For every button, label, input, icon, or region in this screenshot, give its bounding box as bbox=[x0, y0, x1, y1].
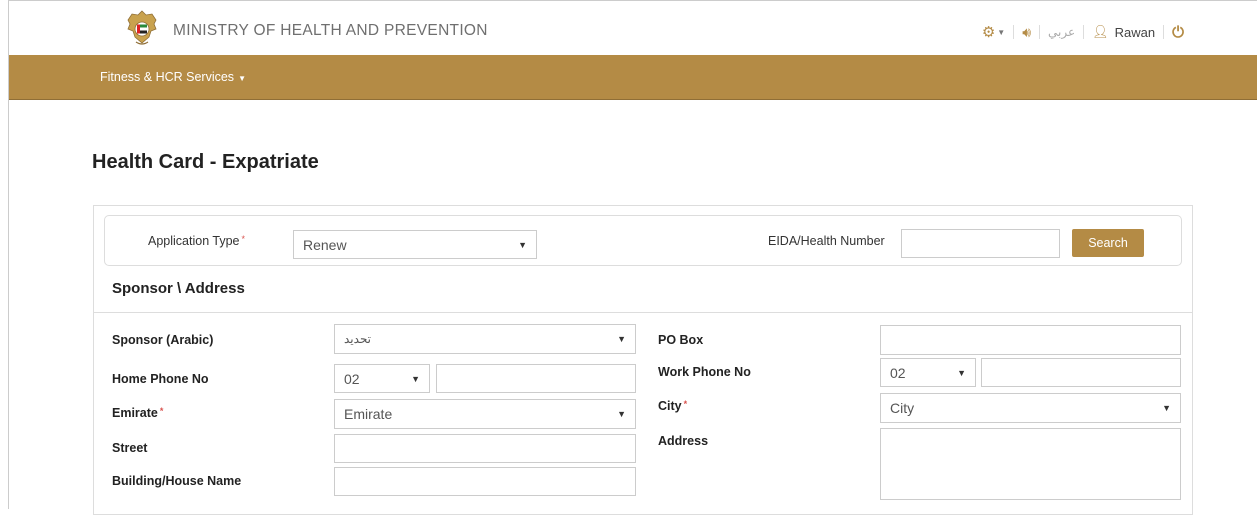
street-label: Street bbox=[112, 441, 148, 455]
uae-emblem-icon bbox=[127, 10, 157, 45]
nav-fitness-hcr-services[interactable]: Fitness & HCR Services ▼ bbox=[100, 70, 246, 84]
caret-down-icon: ▼ bbox=[518, 239, 527, 250]
search-button[interactable]: Search bbox=[1072, 229, 1144, 257]
eida-label: EIDA/Health Number bbox=[768, 234, 885, 248]
nav-label: Fitness & HCR Services bbox=[100, 70, 235, 84]
sponsor-arabic-select[interactable]: تحديد ▼ bbox=[334, 324, 636, 354]
header-tools: ⚙ ▼ 🔊︎ عربي 👤︎ Rawan ⏻ bbox=[982, 23, 1184, 42]
eida-input[interactable] bbox=[901, 229, 1060, 258]
power-icon[interactable]: ⏻ bbox=[1172, 24, 1184, 41]
address-textarea[interactable] bbox=[880, 428, 1181, 500]
search-box: Application Type * Renew ▼ EIDA/Health Nu… bbox=[104, 215, 1182, 266]
address-label: Address bbox=[658, 434, 709, 448]
application-type-label: Application Type * bbox=[148, 234, 246, 248]
emirate-select[interactable]: Emirate ▼ bbox=[334, 399, 636, 429]
home-phone-label: Home Phone No bbox=[112, 372, 209, 386]
gear-icon: ⚙ bbox=[981, 24, 996, 41]
page-title: Health Card - Expatriate bbox=[92, 151, 319, 173]
work-phone-input[interactable] bbox=[981, 358, 1181, 387]
building-label: Building/House Name bbox=[112, 474, 242, 488]
building-input[interactable] bbox=[334, 467, 636, 496]
section-divider bbox=[94, 312, 1192, 313]
caret-down-icon: ▼ bbox=[617, 334, 626, 344]
settings-dropdown[interactable]: ⚙ ▼ bbox=[982, 23, 1005, 41]
city-select[interactable]: City ▼ bbox=[880, 393, 1181, 423]
main-navbar: Fitness & HCR Services ▼ bbox=[9, 55, 1257, 100]
section-title: Sponsor \ Address bbox=[112, 280, 245, 297]
divider bbox=[1013, 25, 1015, 39]
caret-down-icon: ▼ bbox=[957, 367, 966, 378]
page-frame: MINISTRY OF HEALTH AND PREVENTION ⚙ ▼ 🔊︎ … bbox=[8, 0, 1257, 515]
po-box-label: PO Box bbox=[658, 333, 704, 347]
user-name: Rawan bbox=[1114, 24, 1156, 40]
home-phone-code-select[interactable]: 02 ▼ bbox=[334, 364, 430, 393]
speaker-icon[interactable]: 🔊︎ bbox=[1022, 24, 1031, 41]
language-toggle[interactable]: عربي bbox=[1048, 25, 1075, 39]
emirate-label: Emirate * bbox=[112, 406, 164, 420]
home-phone-input[interactable] bbox=[436, 364, 636, 393]
form-panel: Application Type * Renew ▼ EIDA/Health Nu… bbox=[93, 205, 1193, 515]
user-menu[interactable]: 👤︎ Rawan bbox=[1092, 24, 1155, 40]
caret-down-icon: ▼ bbox=[997, 27, 1006, 37]
divider bbox=[1163, 25, 1165, 39]
ministry-name: MINISTRY OF HEALTH AND PREVENTION bbox=[173, 22, 488, 39]
work-phone-label: Work Phone No bbox=[658, 365, 751, 379]
divider bbox=[1083, 25, 1085, 39]
city-label: City * bbox=[658, 399, 688, 413]
caret-down-icon: ▼ bbox=[411, 373, 420, 384]
sponsor-arabic-label: Sponsor (Arabic) bbox=[112, 333, 214, 347]
po-box-input[interactable] bbox=[880, 325, 1181, 355]
divider bbox=[1039, 25, 1041, 39]
caret-down-icon: ▼ bbox=[1162, 403, 1171, 413]
street-input[interactable] bbox=[334, 434, 636, 463]
top-header: MINISTRY OF HEALTH AND PREVENTION ⚙ ▼ 🔊︎ … bbox=[9, 1, 1257, 55]
user-icon: 👤︎ bbox=[1092, 24, 1109, 39]
caret-down-icon: ▼ bbox=[238, 74, 246, 83]
caret-down-icon: ▼ bbox=[617, 409, 626, 419]
application-type-select[interactable]: Renew ▼ bbox=[293, 230, 537, 259]
work-phone-code-select[interactable]: 02 ▼ bbox=[880, 358, 976, 387]
